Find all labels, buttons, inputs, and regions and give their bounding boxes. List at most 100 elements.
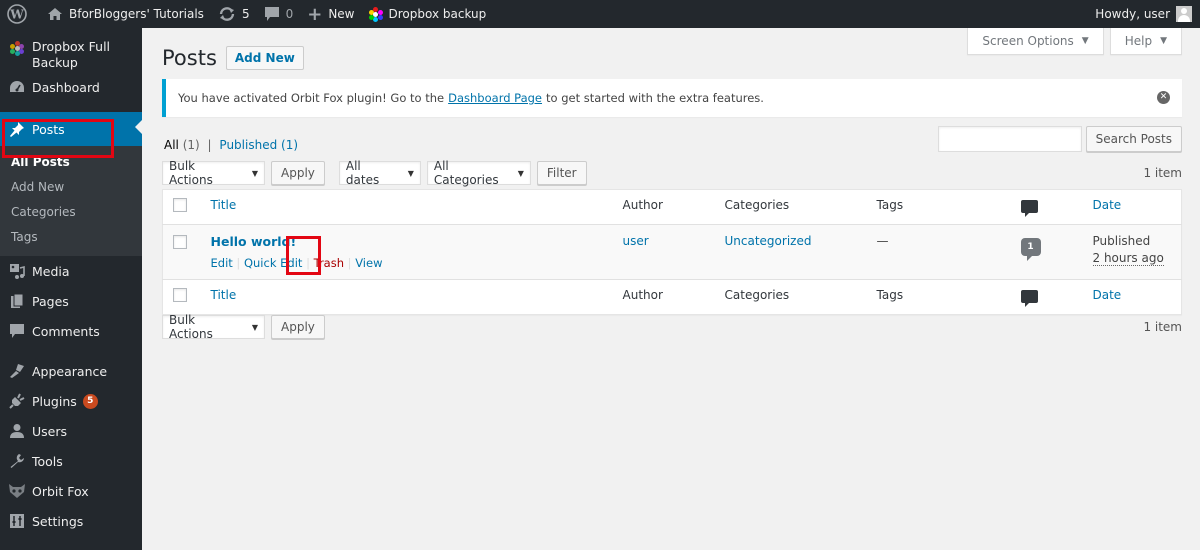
post-title-link[interactable]: Hello world!	[211, 234, 297, 249]
items-count: 1 item	[1143, 166, 1182, 180]
sidebar-item-dashboard[interactable]: Dashboard	[0, 72, 142, 102]
comment-icon	[8, 322, 26, 340]
bulk-actions-select[interactable]: Bulk Actions ▼	[162, 159, 265, 187]
view-link[interactable]: View	[355, 256, 382, 270]
apply-button[interactable]: Apply	[271, 161, 325, 185]
views-separator: |	[207, 138, 212, 152]
screen-options-button[interactable]: Screen Options ▼	[967, 28, 1104, 55]
updates-link[interactable]: 5	[211, 0, 257, 28]
sidebar-item-label: Users	[32, 423, 68, 439]
submenu-categories[interactable]: Categories	[0, 200, 142, 225]
media-icon	[8, 262, 26, 280]
sidebar-item-label: Orbit Fox	[32, 483, 89, 499]
comments-count: 0	[285, 7, 294, 21]
table-footer-row: Title Author Categories Tags Date	[162, 279, 1182, 315]
tags-value: —	[866, 224, 1011, 280]
submenu-all-posts[interactable]: All Posts	[0, 150, 142, 175]
pages-icon	[8, 292, 26, 310]
help-button[interactable]: Help ▼	[1109, 28, 1182, 55]
filter-button[interactable]: Filter	[536, 161, 587, 185]
site-name-link[interactable]: BforBloggers' Tutorials	[40, 0, 211, 28]
column-tags-footer: Tags	[866, 279, 1011, 315]
dismiss-notice-icon[interactable]: ✕	[1157, 91, 1170, 104]
apply-button-bottom[interactable]: Apply	[271, 315, 325, 339]
sidebar-item-appearance[interactable]: Appearance	[0, 356, 142, 386]
sidebar-item-label: Comments	[32, 323, 100, 339]
dropbox-flower-icon	[368, 7, 383, 22]
admin-sidebar: Dropbox Full Backup Dashboard Posts All …	[0, 28, 142, 550]
comment-icon[interactable]	[1020, 290, 1038, 307]
row-checkbox[interactable]	[173, 235, 187, 249]
trash-link[interactable]: Trash	[314, 256, 344, 270]
select-all-checkbox-footer[interactable]	[173, 288, 187, 302]
sidebar-item-media[interactable]: Media	[0, 256, 142, 286]
sidebar-item-pages[interactable]: Pages	[0, 286, 142, 316]
comment-icon[interactable]	[1020, 200, 1038, 217]
view-all-link[interactable]: All (1)	[164, 138, 200, 152]
category-link[interactable]: Uncategorized	[725, 234, 812, 248]
quick-edit-link[interactable]: Quick Edit	[244, 256, 302, 270]
search-posts-input[interactable]	[937, 126, 1082, 152]
column-author: Author	[612, 189, 715, 225]
edit-link[interactable]: Edit	[211, 256, 233, 270]
sidebar-item-plugins[interactable]: Plugins 5	[0, 386, 142, 416]
submenu-add-new[interactable]: Add New	[0, 175, 142, 200]
view-all-label: All	[164, 138, 179, 152]
sidebar-item-users[interactable]: Users	[0, 416, 142, 446]
submenu-tags[interactable]: Tags	[0, 225, 142, 250]
sidebar-item-settings[interactable]: Settings	[0, 506, 142, 536]
new-content-link[interactable]: + New	[300, 0, 361, 28]
notice-text: You have activated Orbit Fox plugin! Go …	[178, 91, 445, 105]
comments-link[interactable]: 0	[257, 0, 301, 28]
sidebar-item-dropbox-full-backup[interactable]: Dropbox Full Backup	[0, 28, 142, 74]
search-box: Search Posts	[937, 126, 1182, 152]
sidebar-item-label: Tools	[32, 453, 63, 469]
items-count-bottom: 1 item	[1143, 320, 1182, 334]
caret-down-icon: ▼	[251, 168, 258, 178]
column-title-sort[interactable]: Title	[211, 198, 237, 212]
tablenav-top: Bulk Actions ▼ Apply All dates ▼ All Categ…	[162, 159, 1182, 187]
screen-options-label: Screen Options	[982, 34, 1074, 48]
column-date-sort-footer[interactable]: Date	[1093, 288, 1122, 302]
dropbox-flower-icon	[8, 39, 26, 57]
column-categories-footer: Categories	[714, 279, 867, 315]
dropbox-backup-link[interactable]: Dropbox backup	[362, 0, 494, 28]
column-tags: Tags	[866, 189, 1011, 225]
author-link[interactable]: user	[623, 234, 649, 248]
search-posts-button[interactable]: Search Posts	[1085, 126, 1182, 152]
settings-icon	[8, 512, 26, 530]
avatar	[1176, 6, 1192, 22]
plugins-update-badge: 5	[82, 393, 98, 409]
category-filter-select[interactable]: All Categories ▼	[426, 159, 531, 187]
add-new-post-button[interactable]: Add New	[225, 46, 304, 70]
table-header-row: Title Author Categories Tags Date	[162, 189, 1182, 225]
site-name: BforBloggers' Tutorials	[69, 7, 204, 21]
plus-icon: +	[307, 3, 323, 25]
post-status-views: All (1) | Published (1)	[164, 138, 298, 152]
sidebar-item-posts[interactable]: Posts	[0, 112, 142, 146]
dashboard-page-link[interactable]: Dashboard Page	[448, 91, 542, 105]
date-filter-value: All dates	[345, 159, 380, 187]
paintbrush-icon	[8, 362, 26, 380]
page-title: Posts	[162, 46, 217, 70]
sidebar-item-orbit-fox[interactable]: Orbit Fox	[0, 476, 142, 506]
wordpress-logo-button[interactable]: W	[0, 0, 40, 28]
my-account-link[interactable]: Howdy, user	[1088, 0, 1200, 28]
column-author-footer: Author	[612, 279, 715, 315]
bulk-actions-value: Bulk Actions	[169, 159, 213, 187]
select-all-cell	[162, 189, 201, 225]
column-title-sort-footer[interactable]: Title	[211, 288, 237, 302]
column-date-sort[interactable]: Date	[1093, 198, 1122, 212]
orbit-fox-notice: You have activated Orbit Fox plugin! Go …	[162, 79, 1182, 117]
bulk-actions-value: Bulk Actions	[169, 313, 213, 341]
comment-count-bubble[interactable]: 1	[1020, 238, 1041, 261]
posts-table: Title Author Categories Tags Date Hello …	[162, 189, 1182, 315]
view-published-label: Published	[219, 138, 278, 152]
sidebar-item-label: Plugins	[32, 393, 77, 409]
date-filter-select[interactable]: All dates ▼	[338, 159, 421, 187]
sidebar-item-comments[interactable]: Comments	[0, 316, 142, 346]
sidebar-item-tools[interactable]: Tools	[0, 446, 142, 476]
bulk-actions-select-bottom[interactable]: Bulk Actions ▼	[162, 313, 265, 341]
select-all-checkbox[interactable]	[173, 198, 187, 212]
view-published-link[interactable]: Published (1)	[219, 138, 298, 152]
